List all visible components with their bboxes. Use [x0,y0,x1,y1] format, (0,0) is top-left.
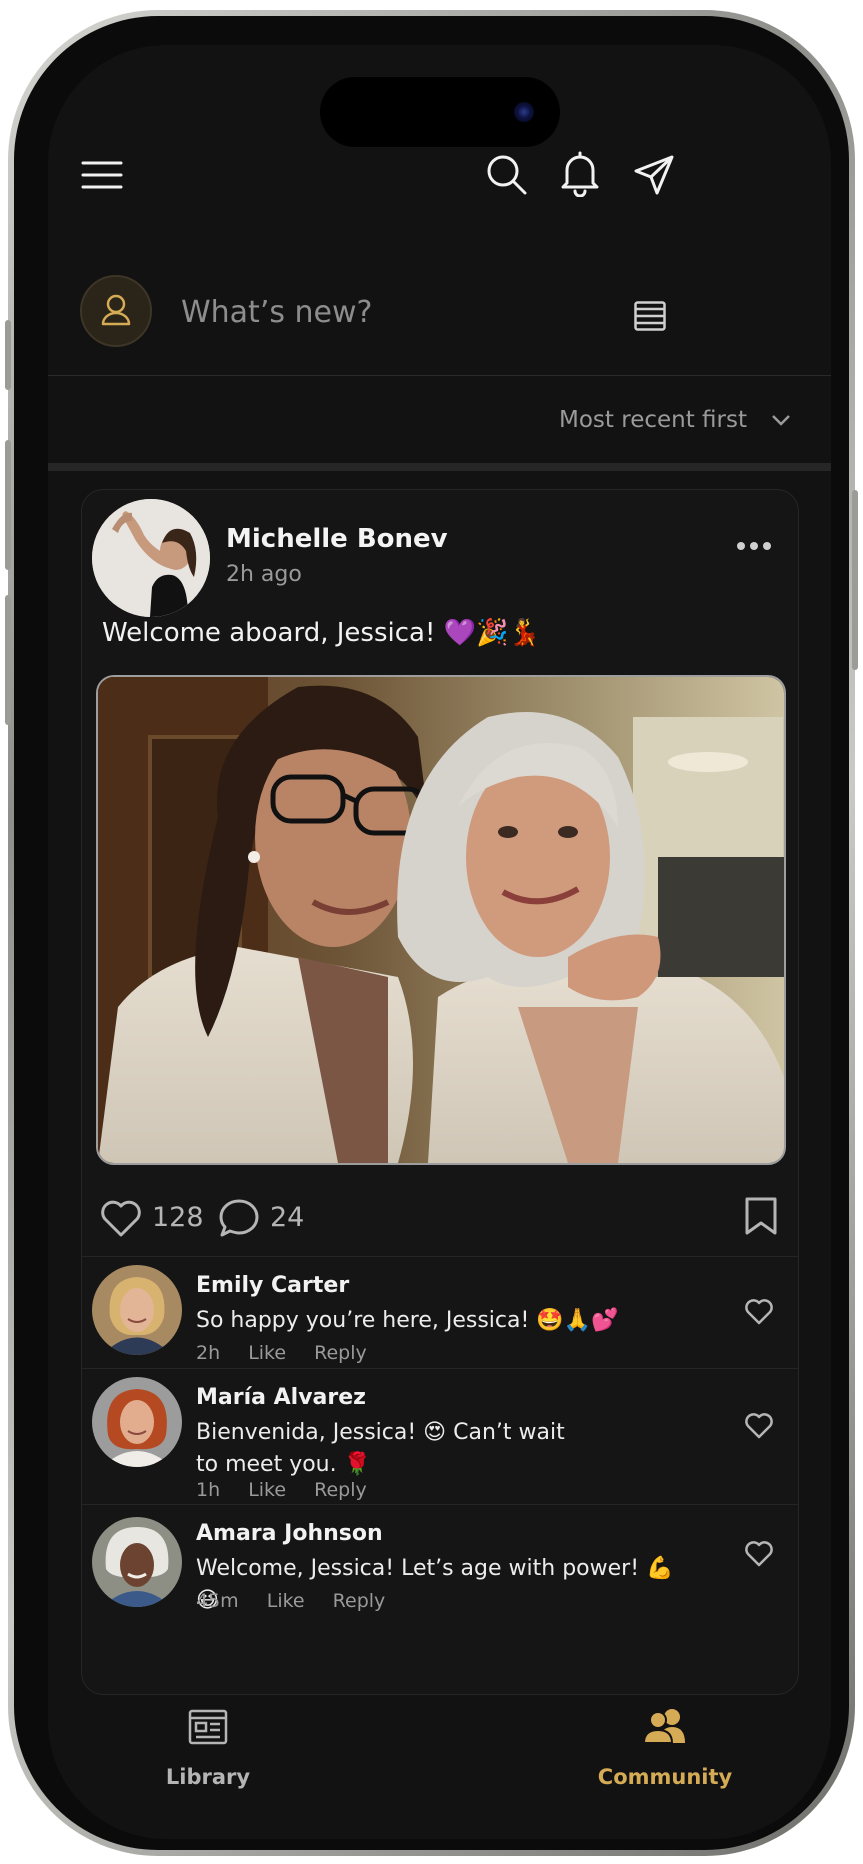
comment-item: Emily Carter So happy you’re here, Jessi… [82,1256,798,1369]
camera-icon [514,102,534,122]
tab-library[interactable]: Library [58,1695,358,1805]
post-text: Welcome aboard, Jessica! 💜🎉💃 [102,618,541,648]
tab-community[interactable]: Community [515,1695,815,1805]
like-count: 128 [152,1202,204,1233]
comment-time: 1h [196,1479,221,1501]
comment-meta: 1h Like Reply [196,1479,389,1501]
comment-reply-button[interactable]: Reply [314,1342,367,1364]
hamburger-menu-icon[interactable] [80,157,124,193]
bell-icon[interactable] [558,149,602,197]
comment-item: María Alvarez Bienvenida, Jessica! 😍 Can… [82,1368,798,1505]
search-icon[interactable] [485,153,529,197]
heart-icon[interactable] [744,1411,774,1443]
sort-selected[interactable]: Most recent first [559,407,747,433]
phone-frame: What’s new? Most recent first Michelle B… [5,10,858,1856]
comment-like-button[interactable]: Like [267,1590,305,1612]
user-icon [101,294,131,326]
comment-text: So happy you’re here, Jessica! 🤩🙏💕 [196,1308,619,1333]
heart-icon[interactable] [744,1297,774,1329]
bookmark-icon[interactable] [744,1196,778,1236]
comment-text: Bienvenida, Jessica! 😍 Can’t wait to mee… [196,1420,565,1477]
comment-like-button[interactable]: Like [248,1342,286,1364]
commenter-name[interactable]: María Alvarez [196,1385,366,1410]
section-divider [48,463,831,471]
divider [48,375,831,376]
post-composer[interactable]: What’s new? [48,255,831,375]
comment-time: 2h [196,1342,221,1364]
lines-icon[interactable] [634,301,666,331]
dynamic-island [320,77,560,147]
paper-plane-icon[interactable] [632,153,676,197]
comment-reply-button[interactable]: Reply [333,1590,386,1612]
newspaper-icon [188,1709,228,1749]
post-photo[interactable] [96,675,786,1165]
users-icon [642,1707,687,1749]
chevron-down-icon[interactable] [771,413,791,427]
comment-count: 24 [270,1202,305,1233]
commenter-name[interactable]: Amara Johnson [196,1521,383,1546]
post-timestamp: 2h ago [226,562,302,587]
comment-like-button[interactable]: Like [248,1479,286,1501]
heart-icon[interactable] [744,1539,774,1571]
comment-icon[interactable] [218,1198,260,1238]
sort-dropdown[interactable]: Most recent first [48,393,831,443]
comment-reply-button[interactable]: Reply [314,1479,367,1501]
composer-placeholder[interactable]: What’s new? [181,295,372,330]
more-options-icon[interactable] [736,536,772,555]
side-button [5,320,11,390]
volume-up-button [5,440,11,570]
volume-down-button [5,595,11,725]
heart-icon[interactable] [100,1198,142,1238]
commenter-avatar[interactable] [92,1517,182,1607]
post-actions: 128 24 [82,1188,798,1248]
app-screen: What’s new? Most recent first Michelle B… [48,45,831,1839]
power-button [852,490,858,670]
tab-library-label: Library [165,1765,251,1789]
author-avatar[interactable] [92,499,210,617]
commenter-avatar[interactable] [92,1377,182,1467]
tab-community-label: Community [597,1765,733,1789]
author-name[interactable]: Michelle Bonev [226,524,448,554]
comment-meta: 45m Like Reply [196,1590,407,1612]
comment-item: Amara Johnson Welcome, Jessica! Let’s ag… [82,1504,798,1625]
commenter-avatar[interactable] [92,1265,182,1355]
post-card: Michelle Bonev 2h ago Welcome aboard, Je… [81,489,799,1695]
comment-meta: 2h Like Reply [196,1342,389,1364]
bottom-tab-bar: Library Community [48,1695,831,1839]
commenter-name[interactable]: Emily Carter [196,1273,349,1298]
comment-time: 45m [196,1590,239,1612]
avatar[interactable] [80,275,152,347]
